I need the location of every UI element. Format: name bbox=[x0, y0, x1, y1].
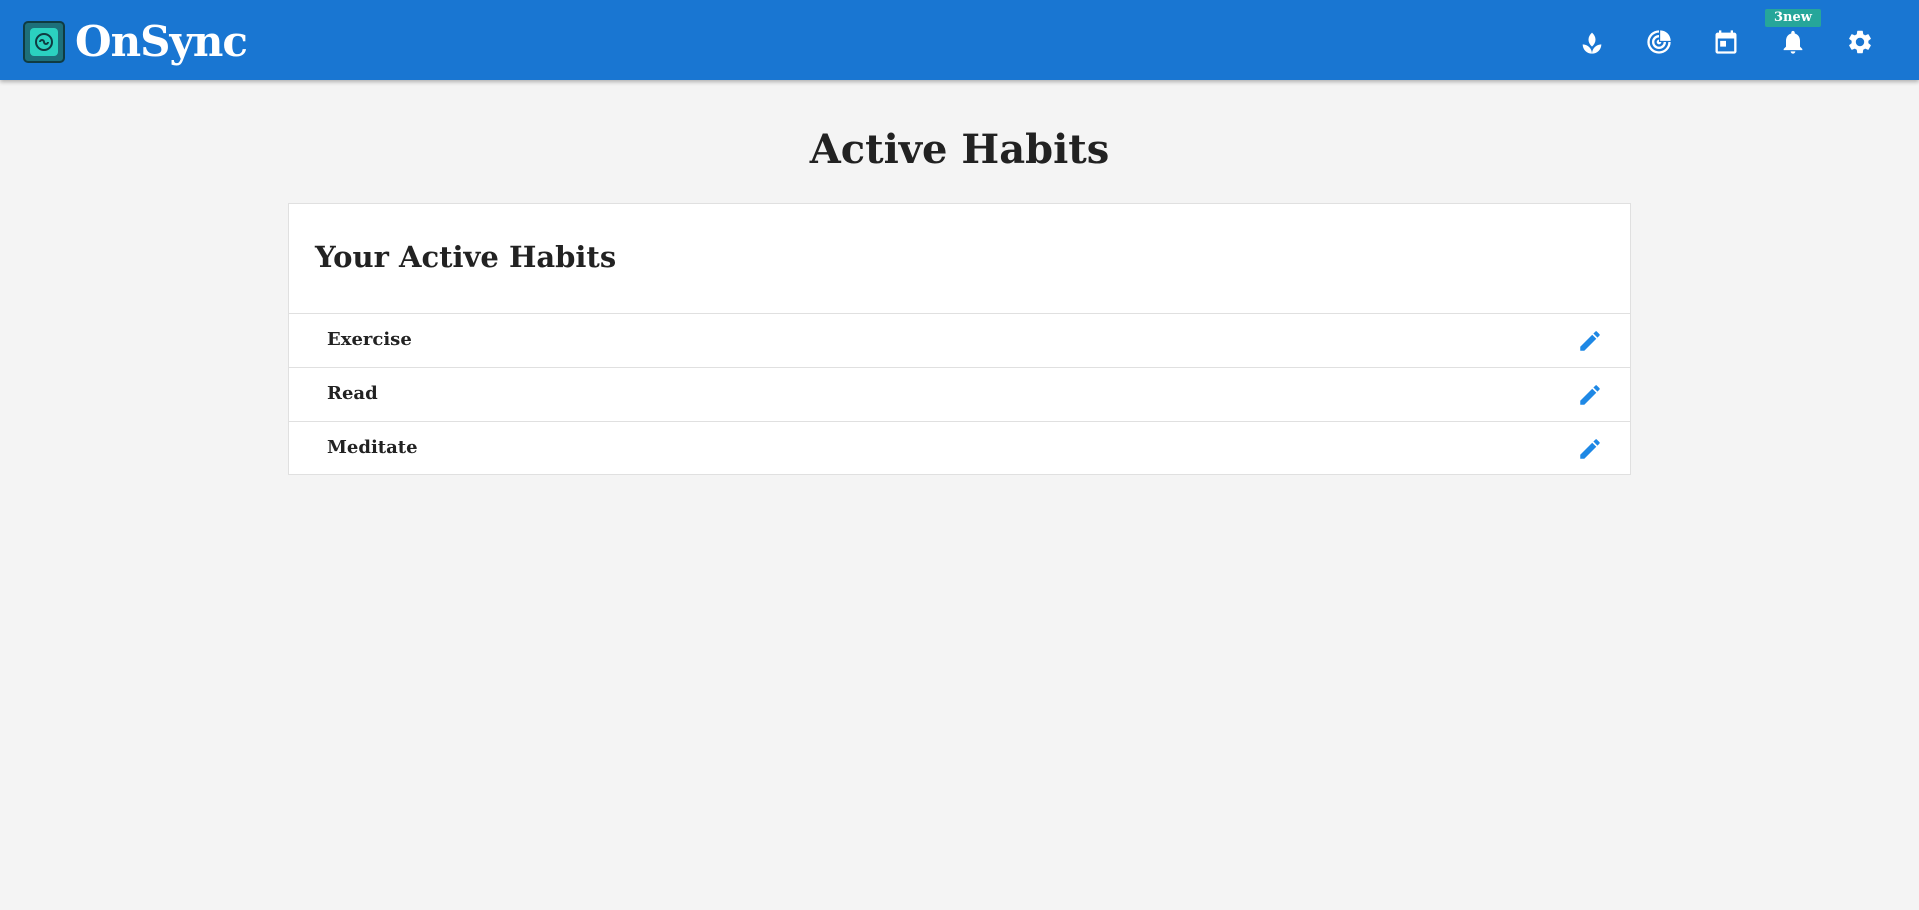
sprout-icon[interactable] bbox=[1577, 27, 1607, 57]
brand-link[interactable]: OnSync bbox=[23, 17, 248, 66]
bell-icon[interactable] bbox=[1778, 27, 1808, 57]
gear-icon[interactable] bbox=[1845, 27, 1875, 57]
habit-row: Meditate bbox=[289, 421, 1630, 475]
habit-row: Exercise bbox=[289, 313, 1630, 367]
top-navbar: OnSync 3new bbox=[0, 0, 1919, 80]
pencil-icon bbox=[1580, 331, 1600, 351]
target-icon[interactable] bbox=[1644, 27, 1674, 57]
edit-habit-button[interactable] bbox=[1576, 435, 1604, 463]
pencil-icon bbox=[1580, 439, 1600, 459]
habit-name: Read bbox=[327, 383, 378, 404]
habit-name: Exercise bbox=[327, 329, 412, 350]
card-title: Your Active Habits bbox=[315, 240, 617, 274]
habit-list: Exercise Read Meditate bbox=[289, 313, 1630, 475]
page-title: Active Habits bbox=[809, 126, 1110, 173]
onsync-logo-icon bbox=[23, 21, 65, 63]
brand-name: OnSync bbox=[75, 17, 248, 66]
active-habits-card: Your Active Habits Exercise Read Meditat… bbox=[288, 203, 1631, 475]
pencil-icon bbox=[1580, 385, 1600, 405]
habit-row: Read bbox=[289, 367, 1630, 421]
calendar-icon[interactable] bbox=[1711, 27, 1741, 57]
edit-habit-button[interactable] bbox=[1576, 327, 1604, 355]
notification-badge: 3new bbox=[1765, 9, 1821, 27]
habit-name: Meditate bbox=[327, 437, 418, 458]
edit-habit-button[interactable] bbox=[1576, 381, 1604, 409]
